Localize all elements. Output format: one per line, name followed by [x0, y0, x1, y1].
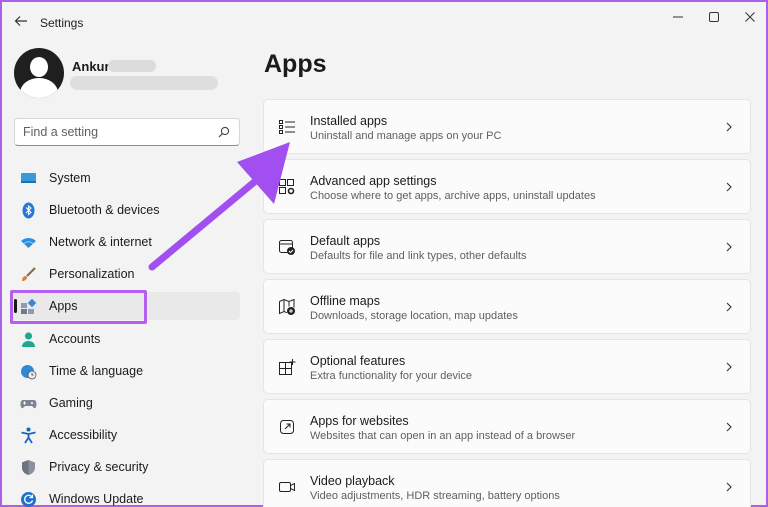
default-apps-icon [279, 240, 295, 255]
back-arrow-icon[interactable] [12, 12, 30, 30]
card-title: Default apps [310, 234, 381, 248]
card-subtitle: Websites that can open in an app instead… [310, 430, 576, 442]
card-subtitle: Downloads, storage location, map updates [310, 310, 518, 322]
map-icon [279, 298, 295, 315]
card-subtitle: Uninstall and manage apps on your PC [310, 130, 502, 142]
search-box[interactable] [14, 118, 240, 146]
sidebar-item-time-language[interactable]: Time & language [10, 357, 240, 385]
person-icon [22, 332, 35, 347]
sidebar-item-windows-update[interactable]: Windows Update [10, 485, 240, 507]
card-default-apps[interactable]: Default apps Defaults for file and link … [263, 219, 751, 274]
close-icon[interactable] [740, 8, 760, 26]
sidebar-item-personalization[interactable]: Personalization [10, 260, 240, 288]
chevron-right-icon [726, 482, 732, 492]
sidebar-item-privacy-security[interactable]: Privacy & security [10, 453, 240, 481]
shield-icon [22, 460, 35, 475]
app-title: Settings [40, 16, 84, 30]
sidebar-item-label: Accounts [49, 332, 101, 346]
sidebar-item-label: Network & internet [49, 235, 152, 249]
chevron-right-icon [726, 242, 732, 252]
wifi-icon [21, 238, 36, 248]
card-title: Offline maps [310, 294, 380, 308]
avatar-head-shape [30, 57, 48, 77]
sidebar-item-label: Privacy & security [49, 460, 149, 474]
chevron-right-icon [726, 302, 732, 312]
card-title: Optional features [310, 354, 406, 368]
link-app-icon [280, 420, 294, 434]
card-title: Video playback [310, 474, 395, 488]
blurred-email [70, 76, 218, 90]
chevron-right-icon [726, 122, 732, 132]
minimize-icon[interactable] [668, 8, 688, 26]
chevron-right-icon [726, 362, 732, 372]
search-icon[interactable] [217, 125, 231, 139]
sidebar-item-network[interactable]: Network & internet [10, 228, 240, 256]
user-name: Ankur [72, 59, 110, 74]
card-subtitle: Video adjustments, HDR streaming, batter… [310, 490, 560, 502]
sidebar-item-label: Bluetooth & devices [49, 203, 160, 217]
sidebar-item-bluetooth[interactable]: Bluetooth & devices [10, 196, 240, 224]
card-subtitle: Choose where to get apps, archive apps, … [310, 190, 596, 202]
blurred-surname [108, 60, 156, 72]
sidebar-item-accounts[interactable]: Accounts [10, 325, 240, 353]
card-optional-features[interactable]: Optional features Extra functionality fo… [263, 339, 751, 394]
avatar-body-shape [20, 78, 58, 98]
optional-features-icon [279, 359, 296, 375]
gamepad-icon [20, 400, 37, 409]
card-offline-maps[interactable]: Offline maps Downloads, storage location… [263, 279, 751, 334]
sidebar-item-label: Accessibility [49, 428, 118, 442]
video-icon [279, 482, 295, 492]
title-bar: Settings [2, 2, 766, 42]
app-settings-icon [279, 179, 295, 195]
list-icon [279, 120, 295, 134]
card-video-playback[interactable]: Video playback Video adjustments, HDR st… [263, 459, 751, 507]
sidebar-item-system[interactable]: System [10, 164, 240, 192]
sidebar-item-label: System [49, 171, 91, 185]
accessibility-icon [21, 427, 36, 444]
card-title: Apps for websites [310, 414, 409, 428]
sidebar-item-accessibility[interactable]: Accessibility [10, 421, 240, 449]
sidebar-item-label: Personalization [49, 267, 135, 281]
card-title: Advanced app settings [310, 174, 437, 188]
avatar[interactable] [14, 48, 64, 98]
sidebar-item-label: Gaming [49, 396, 93, 410]
card-title: Installed apps [310, 114, 388, 128]
chevron-right-icon [726, 182, 732, 192]
maximize-icon[interactable] [704, 8, 724, 26]
annotation-highlight-box [10, 290, 147, 324]
card-advanced-app-settings[interactable]: Advanced app settings Choose where to ge… [263, 159, 751, 214]
sidebar-item-gaming[interactable]: Gaming [10, 389, 240, 417]
card-subtitle: Defaults for file and link types, other … [310, 250, 527, 262]
search-input[interactable] [23, 125, 203, 139]
chevron-right-icon [726, 422, 732, 432]
sidebar-item-label: Time & language [49, 364, 144, 378]
update-icon [21, 492, 36, 507]
card-subtitle: Extra functionality for your device [310, 370, 473, 382]
sidebar-item-label: Windows Update [49, 492, 144, 506]
card-apps-for-websites[interactable]: Apps for websites Websites that can open… [263, 399, 751, 454]
globe-clock-icon [21, 365, 37, 380]
page-title: Apps [264, 50, 327, 78]
monitor-icon [21, 173, 36, 183]
brush-icon [22, 267, 36, 281]
card-installed-apps[interactable]: Installed apps Uninstall and manage apps… [263, 99, 751, 154]
bluetooth-icon [22, 202, 35, 219]
